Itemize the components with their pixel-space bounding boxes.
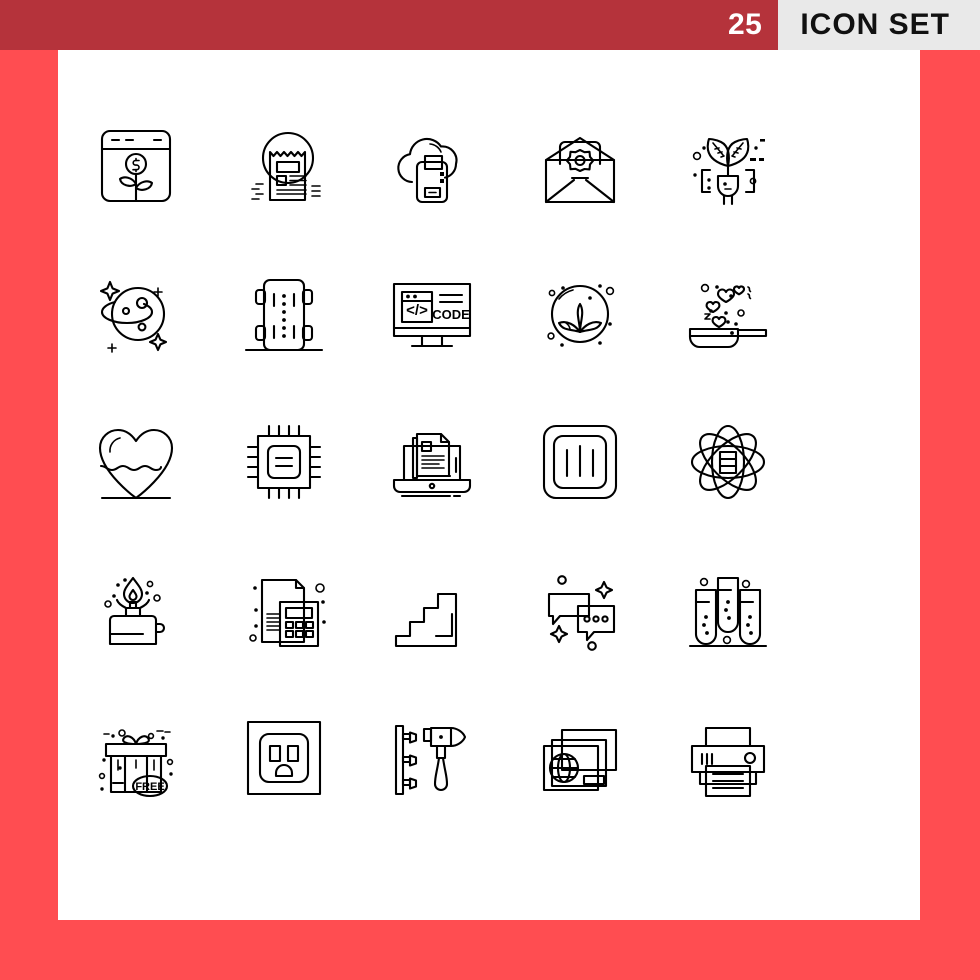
planet-saturn-icon [99, 280, 168, 353]
frying-pan-hearts-icon [688, 283, 768, 349]
code-monitor-icon: </> CODE [392, 282, 472, 348]
calculator-document-icon [249, 578, 326, 648]
icon-count-badge: 25 [705, 0, 779, 50]
icon-cell-24[interactable] [506, 684, 654, 832]
printer-icon [690, 726, 766, 798]
icon-cell-16[interactable] [62, 536, 210, 684]
icon-cell-9[interactable] [506, 240, 654, 388]
icon-cell-23[interactable] [358, 684, 506, 832]
icon-cell-7[interactable] [210, 240, 358, 388]
icon-cell-11[interactable] [62, 388, 210, 536]
test-tubes-icon [688, 576, 768, 648]
award-envelope-icon [544, 136, 616, 204]
atom-database-icon [690, 424, 766, 500]
icon-cell-8[interactable]: </> CODE [358, 240, 506, 388]
icon-cell-25[interactable] [654, 684, 802, 832]
lotus-spa-icon [547, 284, 615, 347]
icon-cell-12[interactable] [210, 388, 358, 536]
code-label-text: CODE [432, 307, 470, 322]
icon-cell-2[interactable] [210, 92, 358, 240]
icon-cell-21[interactable]: FREE [62, 684, 210, 832]
header-bar: 25 ICON SET [0, 0, 980, 50]
icon-cell-3[interactable] [358, 92, 506, 240]
icon-cell-4[interactable] [506, 92, 654, 240]
icon-cell-22[interactable] [210, 684, 358, 832]
icon-cell-6[interactable] [62, 240, 210, 388]
icon-cell-5[interactable] [654, 92, 802, 240]
laptop-documents-icon [392, 432, 472, 498]
camping-stove-icon [104, 576, 166, 646]
free-badge-text: FREE [135, 781, 164, 793]
icon-grid: </> CODE FREE [62, 92, 802, 832]
icon-cell-14[interactable] [506, 388, 654, 536]
power-outlet-icon [246, 720, 322, 796]
icon-cell-20[interactable] [654, 536, 802, 684]
road-vehicle-top-icon [244, 278, 324, 352]
eco-plug-icon [692, 137, 765, 206]
chat-bubbles-icon [547, 575, 616, 651]
heart-liquid-icon [98, 428, 174, 500]
icon-cell-10[interactable] [654, 240, 802, 388]
news-receipt-icon [251, 131, 321, 202]
free-gift-box-icon: FREE [98, 729, 174, 798]
cpu-processor-icon [246, 424, 322, 500]
icon-cell-19[interactable] [506, 536, 654, 684]
icon-cell-15[interactable] [654, 388, 802, 536]
cloud-backup-icon [397, 137, 458, 204]
icon-cell-17[interactable] [210, 536, 358, 684]
icon-cell-13[interactable] [358, 388, 506, 536]
icon-cell-18[interactable] [358, 536, 506, 684]
icon-cell-1[interactable] [62, 92, 210, 240]
light-switch-panel-icon [542, 424, 618, 500]
stairs-icon [394, 592, 458, 648]
page-title: ICON SET [778, 0, 980, 50]
browser-money-plant-icon [100, 129, 172, 203]
global-documents-icon [542, 728, 618, 792]
code-symbol-text: </> [406, 302, 428, 319]
hammer-nails-icon [394, 724, 467, 796]
